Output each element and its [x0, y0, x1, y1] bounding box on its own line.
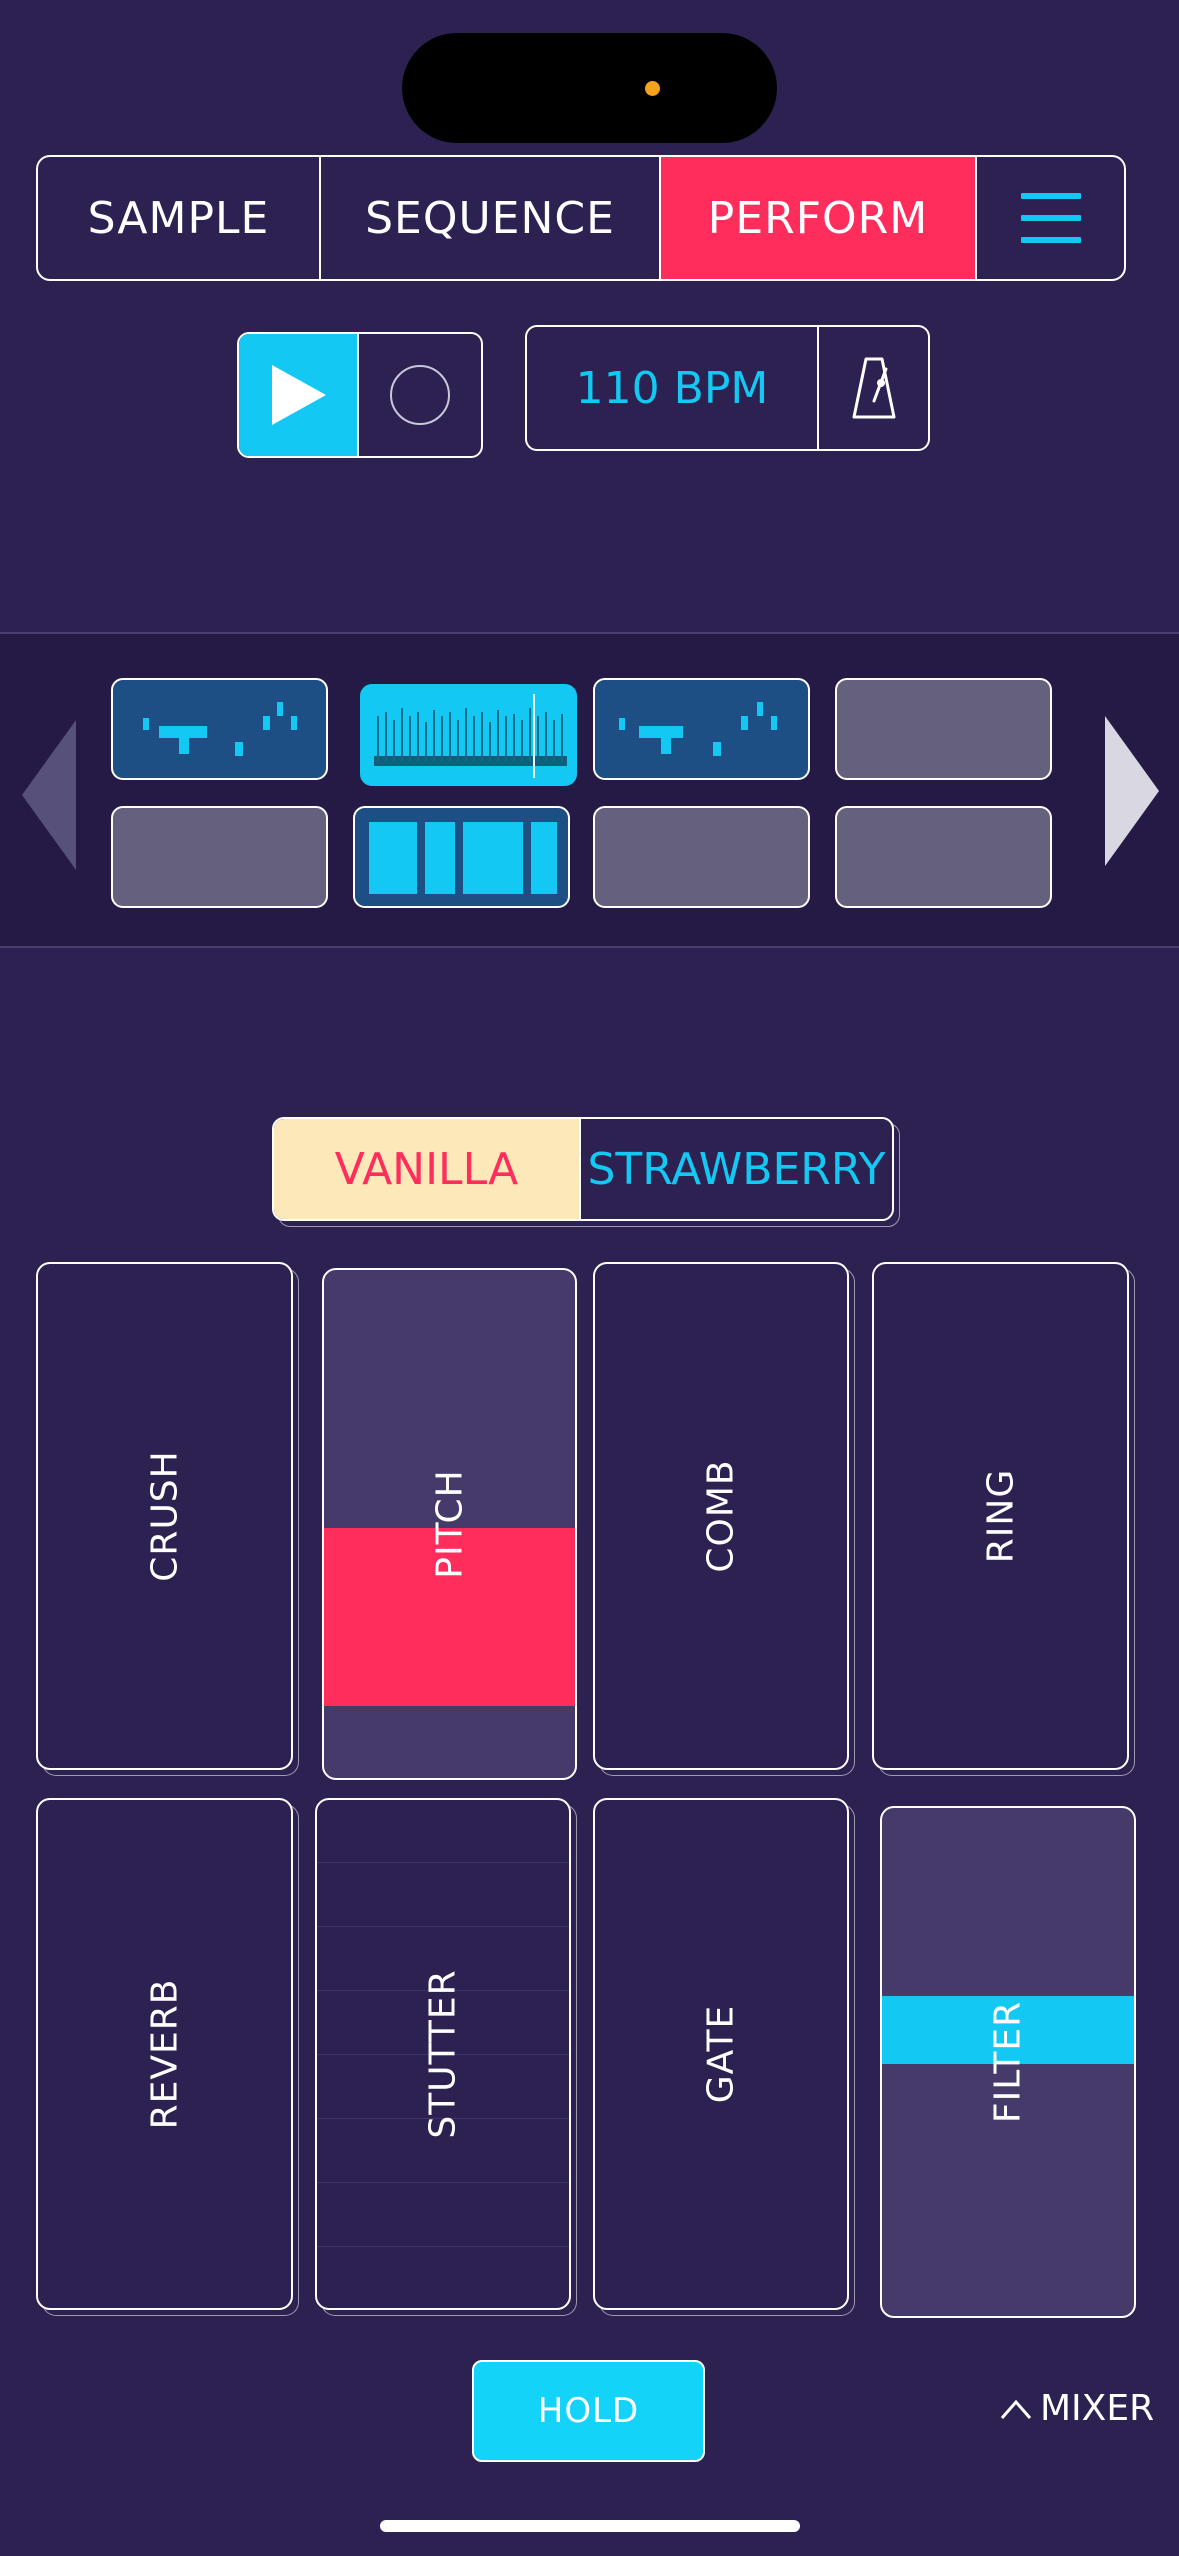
play-button[interactable]	[239, 334, 359, 456]
pattern-slot-5[interactable]	[111, 806, 328, 908]
fx-pad-pitch[interactable]: PITCH	[322, 1268, 577, 1780]
pattern-slot-8[interactable]	[835, 806, 1052, 908]
dynamic-island	[402, 33, 777, 143]
fx-label: GATE	[700, 2004, 742, 2104]
privacy-indicator	[645, 81, 660, 96]
record-button[interactable]	[359, 334, 481, 456]
hamburger-menu-icon	[1020, 193, 1081, 243]
tab-sample[interactable]: SAMPLE	[38, 157, 321, 279]
bpm-display[interactable]: 110 BPM	[527, 327, 819, 449]
previous-bank-arrow-icon[interactable]	[22, 720, 78, 870]
fx-pad-gate[interactable]: GATE	[593, 1798, 849, 2310]
fx-label: STUTTER	[422, 1969, 464, 2139]
fx-label: COMB	[700, 1459, 742, 1573]
slice-blocks-thumbnail	[369, 822, 557, 894]
hold-button[interactable]: HOLD	[472, 2360, 705, 2462]
pattern-bank-panel	[0, 632, 1179, 948]
mixer-toggle[interactable]: MIXER	[1000, 2388, 1154, 2429]
mixer-label: MIXER	[1040, 2388, 1155, 2429]
tab-sequence[interactable]: SEQUENCE	[321, 157, 661, 279]
menu-button[interactable]	[977, 157, 1124, 279]
metronome-button[interactable]	[819, 327, 928, 449]
vanilla-option[interactable]: VANILLA	[274, 1119, 581, 1219]
fx-pad-comb[interactable]: COMB	[593, 1262, 849, 1770]
next-bank-arrow-icon[interactable]	[1103, 716, 1159, 866]
tab-perform[interactable]: PERFORM	[661, 157, 977, 279]
chevron-up-icon	[1000, 2399, 1032, 2419]
fx-label: PITCH	[429, 1469, 470, 1579]
fx-pad-reverb[interactable]: REVERB	[36, 1798, 293, 2310]
pattern-slot-2[interactable]	[360, 684, 577, 786]
step-pattern-thumbnail	[143, 702, 297, 756]
strawberry-option[interactable]: STRAWBERRY	[581, 1119, 892, 1219]
metronome-icon	[852, 357, 895, 419]
tempo-control: 110 BPM	[525, 325, 930, 451]
fx-label: REVERB	[144, 1978, 185, 2130]
home-indicator	[380, 2520, 800, 2532]
pattern-slot-7[interactable]	[593, 806, 810, 908]
fx-label: CRUSH	[144, 1450, 185, 1582]
pattern-slot-3[interactable]	[593, 678, 810, 780]
flavor-toggle: VANILLA STRAWBERRY	[272, 1117, 894, 1221]
pattern-slot-4[interactable]	[835, 678, 1052, 780]
fx-pad-stutter[interactable]: STUTTER	[315, 1798, 571, 2310]
waveform-thumbnail	[374, 694, 567, 778]
transport-controls	[237, 332, 483, 458]
fx-pad-crush[interactable]: CRUSH	[36, 1262, 293, 1770]
fx-pad-ring[interactable]: RING	[872, 1262, 1129, 1770]
fx-label: FILTER	[987, 2000, 1029, 2124]
play-icon	[272, 365, 326, 425]
pattern-slot-6[interactable]	[353, 806, 570, 908]
mode-tab-bar: SAMPLE SEQUENCE PERFORM	[36, 155, 1126, 281]
pattern-slot-1[interactable]	[111, 678, 328, 780]
fx-label: RING	[980, 1468, 1021, 1564]
step-pattern-thumbnail	[619, 702, 777, 756]
record-icon	[390, 365, 450, 425]
fx-pad-filter[interactable]: FILTER	[880, 1806, 1136, 2318]
